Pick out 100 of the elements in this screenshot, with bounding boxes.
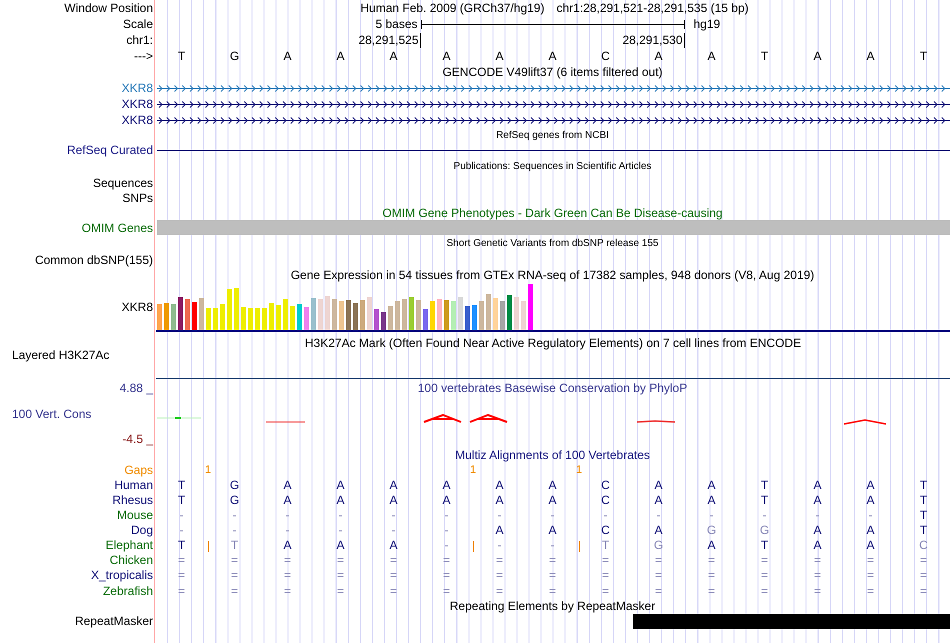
alignment-base: A bbox=[707, 538, 716, 552]
base-letter: A bbox=[707, 49, 716, 63]
alignment-base: A bbox=[283, 478, 292, 492]
alignment-base: T bbox=[760, 492, 768, 507]
track-label: RefSeq Curated bbox=[66, 143, 153, 157]
alignment-base: A bbox=[813, 522, 822, 537]
base-letter: A bbox=[495, 49, 504, 63]
alignment-base: T bbox=[760, 478, 768, 492]
base-letter: A bbox=[283, 49, 292, 63]
alignment-base: - bbox=[444, 538, 448, 552]
alignment-base: A bbox=[813, 478, 822, 492]
gene-label[interactable]: XKR8 bbox=[122, 113, 153, 127]
alignment-base: = bbox=[602, 584, 609, 598]
alignment-base: A bbox=[283, 492, 292, 507]
alignment-base: G bbox=[230, 492, 240, 507]
alignment-base: = bbox=[654, 568, 662, 582]
alignment-base: = bbox=[866, 584, 874, 598]
alignment-base: - bbox=[498, 508, 502, 522]
alignment-base: = bbox=[178, 568, 185, 582]
alignment-base: A bbox=[283, 538, 292, 552]
alignment-base: - bbox=[656, 508, 660, 522]
row-label: Window Position bbox=[64, 1, 153, 15]
alignment-base: = bbox=[654, 553, 662, 568]
alignment-base: = bbox=[708, 568, 715, 582]
species-label: Mouse bbox=[116, 508, 153, 522]
track-label: 100 Vert. Cons bbox=[12, 406, 92, 420]
alignment-base: = bbox=[814, 553, 821, 568]
track-title: Publications: Sequences in Scientific Articles bbox=[454, 161, 652, 172]
species-label: X_tropicalis bbox=[90, 568, 153, 582]
coordinate-label: 28,291,530 bbox=[622, 32, 684, 48]
base-letter: A bbox=[548, 49, 556, 63]
species-label: Elephant bbox=[106, 538, 153, 552]
base-letter: A bbox=[866, 49, 874, 63]
alignment-base: = bbox=[496, 568, 503, 582]
assembly-label: hg19 bbox=[692, 17, 720, 31]
alignment-base: = bbox=[390, 568, 397, 582]
track-title: GENCODE V49lift37 (6 items filtered out) bbox=[442, 65, 663, 79]
alignment-base: = bbox=[390, 553, 397, 568]
alignment-base: - bbox=[232, 508, 236, 522]
alignment-base: G bbox=[706, 522, 716, 537]
track-label: Sequences bbox=[92, 176, 153, 190]
base-letter: G bbox=[230, 49, 240, 63]
alignment-base: A bbox=[548, 522, 556, 537]
track-title: OMIM Gene Phenotypes - Dark Green Can Be Disease-causing bbox=[382, 206, 723, 220]
alignment-base: = bbox=[920, 553, 927, 568]
alignment-base: = bbox=[284, 568, 291, 582]
alignment-base: C bbox=[601, 522, 610, 537]
alignment-base: T bbox=[920, 478, 928, 492]
alignment-base: - bbox=[338, 508, 342, 522]
alignment-base: A bbox=[389, 538, 398, 552]
alignment-base: A bbox=[336, 492, 344, 507]
row-label: chr1: bbox=[126, 33, 153, 47]
alignment-base: = bbox=[178, 553, 185, 568]
track-label: Common dbSNP(155) bbox=[34, 252, 153, 266]
alignment-base: = bbox=[230, 553, 238, 568]
track-title: RefSeq genes from NCBI bbox=[496, 130, 609, 140]
base-letter: T bbox=[920, 49, 928, 63]
alignment-base: A bbox=[654, 478, 662, 492]
track-title: Multiz Alignments of 100 Vertebrates bbox=[455, 448, 650, 462]
alignment-base: = bbox=[230, 568, 238, 582]
alignment-base: T bbox=[230, 538, 238, 552]
alignment-base: T bbox=[920, 522, 928, 537]
track-title: Short Genetic Variants from dbSNP release 155 bbox=[446, 238, 658, 249]
alignment-base: = bbox=[760, 584, 768, 598]
base-letter: A bbox=[389, 49, 398, 63]
track-label: Gaps bbox=[124, 462, 153, 476]
alignment-base: = bbox=[548, 553, 556, 568]
alignment-base: - bbox=[550, 508, 554, 522]
base-letter: A bbox=[336, 49, 344, 63]
alignment-base: - bbox=[710, 508, 714, 522]
alignment-base: = bbox=[760, 568, 768, 582]
gene-label[interactable]: XKR8 bbox=[122, 97, 153, 111]
alignment-base: A bbox=[866, 478, 874, 492]
track-title: Gene Expression in 54 tissues from GTEx RNA-seq of 17382 samples, 948 donors (V8, Aug 2019) bbox=[290, 268, 814, 282]
alignment-base: T bbox=[920, 492, 928, 507]
alignment-base: T bbox=[760, 538, 768, 552]
base-letter: T bbox=[178, 49, 186, 63]
alignment-base: A bbox=[813, 538, 822, 552]
alignment-base: A bbox=[336, 538, 344, 552]
alignment-base: - bbox=[392, 522, 396, 537]
species-label: Chicken bbox=[110, 553, 153, 568]
alignment-base: - bbox=[232, 522, 236, 537]
alignment-base: A bbox=[442, 478, 450, 492]
base-letter: A bbox=[654, 49, 662, 63]
scale-label: 5 bases bbox=[375, 17, 418, 31]
axis-min-label: -4.5 _ bbox=[121, 432, 153, 446]
alignment-base: A bbox=[654, 492, 662, 507]
alignment-base: A bbox=[336, 478, 344, 492]
alignment-base: = bbox=[602, 568, 609, 582]
alignment-base: = bbox=[654, 584, 662, 598]
species-label: Human bbox=[114, 478, 153, 492]
alignment-base: A bbox=[389, 478, 398, 492]
gene-label[interactable]: XKR8 bbox=[122, 81, 153, 95]
track-label: XKR8 bbox=[122, 300, 153, 314]
alignment-base: A bbox=[707, 478, 716, 492]
assembly-name: Human Feb. 2009 (GRCh37/hg19) bbox=[360, 1, 544, 15]
alignment-base: T bbox=[178, 478, 186, 492]
alignment-base: A bbox=[548, 492, 556, 507]
alignment-base: = bbox=[390, 584, 397, 598]
alignment-base: - bbox=[286, 522, 290, 537]
